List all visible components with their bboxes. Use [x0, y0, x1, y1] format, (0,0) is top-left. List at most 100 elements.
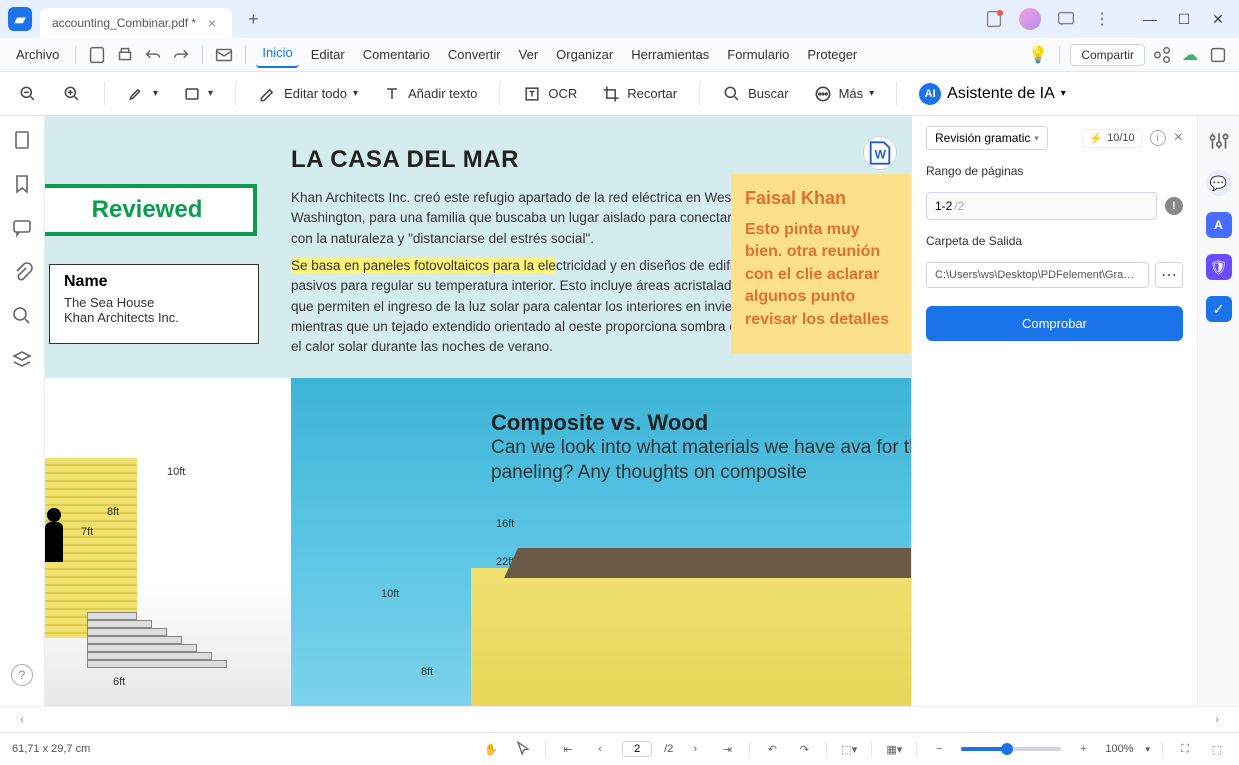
close-window-button[interactable]: ✕ [1205, 6, 1231, 32]
task-dropdown[interactable]: Revisión gramatic▾ [926, 126, 1048, 150]
scroll-right-icon[interactable]: › [1207, 714, 1227, 726]
redo-icon[interactable] [170, 44, 192, 66]
grid-icon[interactable] [1207, 44, 1229, 66]
output-folder-label: Carpeta de Salida [926, 234, 1183, 248]
layers-icon[interactable] [10, 348, 34, 372]
translate-icon[interactable]: A [1206, 212, 1232, 238]
first-page-icon[interactable]: ⇤ [558, 739, 578, 759]
hand-tool-icon[interactable]: ✋ [481, 739, 501, 759]
elevation-drawing: 10ft 8ft 7ft 6ft [45, 378, 291, 706]
menu-file[interactable]: Archivo [10, 43, 65, 66]
tab-comentario[interactable]: Comentario [357, 43, 436, 66]
minimize-button[interactable]: ― [1137, 6, 1163, 32]
print-icon[interactable] [114, 44, 136, 66]
check-button[interactable]: Comprobar [926, 306, 1183, 341]
feedback-icon[interactable] [1055, 8, 1077, 30]
bulb-icon[interactable]: 💡 [1027, 44, 1049, 66]
zoom-out-footer-icon[interactable]: − [929, 739, 949, 759]
zoom-in-button[interactable] [54, 80, 90, 108]
document-title: LA CASA DEL MAR [291, 146, 519, 174]
sticky-note[interactable]: Faisal Khan Esto pinta muy bien. otra re… [731, 174, 911, 354]
view-mode-icon[interactable]: ▦▾ [884, 739, 904, 759]
lightning-icon: ⚡ [1089, 132, 1103, 145]
close-panel-icon[interactable]: × [1174, 129, 1183, 147]
ai-assistant-button[interactable]: AIAsistente de IA▾ [911, 79, 1074, 109]
info-icon[interactable]: i [1150, 130, 1166, 146]
dim-16ft: 16ft [496, 518, 514, 530]
zoom-slider[interactable] [961, 747, 1061, 751]
tab-inicio[interactable]: Inicio [256, 41, 298, 68]
rotate-left-icon[interactable]: ↶ [762, 739, 782, 759]
dim-6ft: 6ft [113, 676, 125, 688]
prev-page-icon[interactable]: ‹ [590, 739, 610, 759]
comments-icon[interactable] [10, 216, 34, 240]
link-icon[interactable] [1151, 44, 1173, 66]
rotate-right-icon[interactable]: ↷ [794, 739, 814, 759]
grammar-check-icon[interactable]: ✓ [1206, 296, 1232, 322]
tab-organizar[interactable]: Organizar [550, 43, 619, 66]
tab-convertir[interactable]: Convertir [442, 43, 507, 66]
paragraph-2: Se basa en paneles fotovoltaicos para la… [291, 256, 771, 357]
ai-chat-icon[interactable]: 💬 [1206, 170, 1232, 196]
scroll-left-icon[interactable]: ‹ [12, 714, 32, 726]
user-avatar[interactable] [1019, 8, 1041, 30]
protect-icon[interactable]: 🛡 [1206, 254, 1232, 280]
search-panel-icon[interactable] [10, 304, 34, 328]
properties-icon[interactable] [1206, 128, 1232, 154]
tab-formulario[interactable]: Formulario [721, 43, 795, 66]
tab-ver[interactable]: Ver [513, 43, 545, 66]
page-number-input[interactable] [622, 741, 652, 757]
more-button[interactable]: Más▾ [805, 80, 883, 108]
next-page-icon[interactable]: › [685, 739, 705, 759]
attachments-icon[interactable] [10, 260, 34, 284]
page-range-input[interactable]: 1-2/2 [926, 192, 1157, 220]
add-text-button[interactable]: Añadir texto [374, 80, 485, 108]
document-tab[interactable]: accounting_Combinar.pdf * × [40, 8, 232, 38]
token-counter: ⚡10/10 [1082, 129, 1141, 148]
save-icon[interactable] [86, 44, 108, 66]
name-line1: The Sea House [64, 295, 244, 310]
tab-herramientas[interactable]: Herramientas [625, 43, 715, 66]
share-button[interactable]: Compartir [1070, 44, 1145, 66]
edit-all-button[interactable]: Editar todo▾ [250, 80, 366, 108]
crop-button[interactable]: Recortar [593, 80, 685, 108]
kebab-menu-icon[interactable]: ⋮ [1091, 8, 1113, 30]
dim-10ft: 10ft [167, 466, 185, 478]
app-logo: ▰ [8, 7, 32, 31]
help-icon[interactable]: ? [11, 664, 33, 686]
ocr-button[interactable]: OCR [514, 80, 585, 108]
fullscreen-icon[interactable]: ⬚ [1207, 739, 1227, 759]
zoom-out-button[interactable] [10, 80, 46, 108]
ocr-icon [522, 84, 542, 104]
tab-proteger[interactable]: Proteger [801, 43, 863, 66]
word-export-icon[interactable]: W [863, 136, 897, 170]
cloud-icon[interactable]: ☁ [1179, 44, 1201, 66]
new-tab-button[interactable]: + [242, 9, 265, 30]
select-tool-icon[interactable] [513, 739, 533, 759]
close-tab-icon[interactable]: × [204, 15, 220, 31]
fit-width-icon[interactable]: ⬚▾ [839, 739, 859, 759]
mail-icon[interactable] [213, 44, 235, 66]
read-mode-icon[interactable]: ⛶ [1175, 739, 1195, 759]
highlight-button[interactable]: ▾ [119, 80, 166, 108]
zoom-in-footer-icon[interactable]: + [1073, 739, 1093, 759]
search-button[interactable]: Buscar [714, 80, 796, 108]
browse-folder-button[interactable]: ⋯ [1155, 262, 1183, 288]
thumbnails-icon[interactable] [10, 128, 34, 152]
shape-button[interactable]: ▾ [174, 80, 221, 108]
page-total: /2 [664, 743, 673, 755]
zoom-level: 100% [1105, 743, 1133, 755]
document-canvas[interactable]: Reviewed Name The Sea House Khan Archite… [45, 116, 911, 706]
blueprint-title: Composite vs. Wood [491, 410, 708, 436]
maximize-button[interactable]: ☐ [1171, 6, 1197, 32]
undo-icon[interactable] [142, 44, 164, 66]
name-info-box: Name The Sea House Khan Architects Inc. [49, 264, 259, 344]
dim-7ft: 7ft [81, 526, 93, 538]
zoom-thumb[interactable] [1001, 743, 1013, 755]
bookmark-icon[interactable] [10, 172, 34, 196]
tab-editar[interactable]: Editar [305, 43, 351, 66]
warning-icon[interactable]: ! [1165, 197, 1183, 215]
notification-icon[interactable] [983, 8, 1005, 30]
output-folder-path[interactable]: C:\Users\ws\Desktop\PDFelement\Gramm [926, 262, 1149, 288]
last-page-icon[interactable]: ⇥ [717, 739, 737, 759]
